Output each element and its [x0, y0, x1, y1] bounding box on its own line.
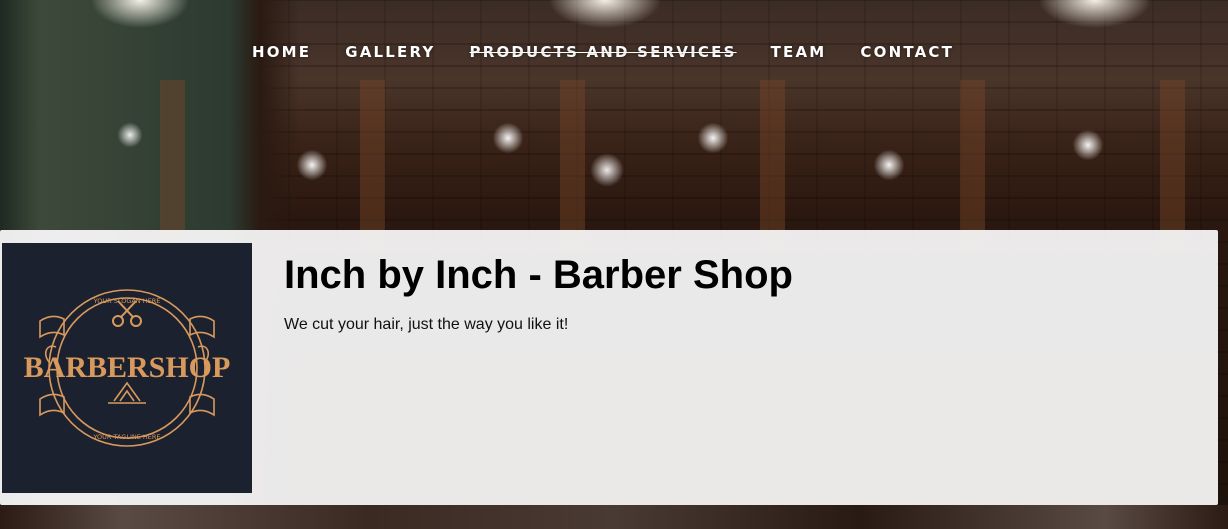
logo-slogan: YOUR SLOGAN HERE [93, 297, 161, 305]
nav-team-link[interactable]: TEAM [754, 40, 844, 64]
background-mirror-frames [0, 80, 1228, 250]
nav-home-link[interactable]: HOME [235, 40, 328, 64]
hero-panel: BARBERSHOP YOUR SLOGAN HERE YOUR TAGLINE… [0, 230, 1218, 505]
background-floor [0, 505, 1228, 529]
nav-contact-link[interactable]: CONTACT [843, 40, 971, 64]
page-tagline: We cut your hair, just the way you like … [284, 316, 569, 333]
nav-gallery-link[interactable]: GALLERY [328, 40, 452, 64]
page-title: Inch by Inch - Barber Shop [284, 253, 793, 297]
nav-products-services-link[interactable]: PRODUCTS AND SERVICES [453, 40, 754, 64]
barbershop-logo-icon: BARBERSHOP YOUR SLOGAN HERE YOUR TAGLINE… [24, 289, 231, 447]
logo-tagline: YOUR TAGLINE HERE [92, 433, 160, 441]
barbershop-logo: BARBERSHOP YOUR SLOGAN HERE YOUR TAGLINE… [2, 243, 252, 493]
main-navigation: HOME GALLERY PRODUCTS AND SERVICES TEAM … [0, 40, 1228, 64]
logo-wordmark: BARBERSHOP [24, 351, 231, 384]
